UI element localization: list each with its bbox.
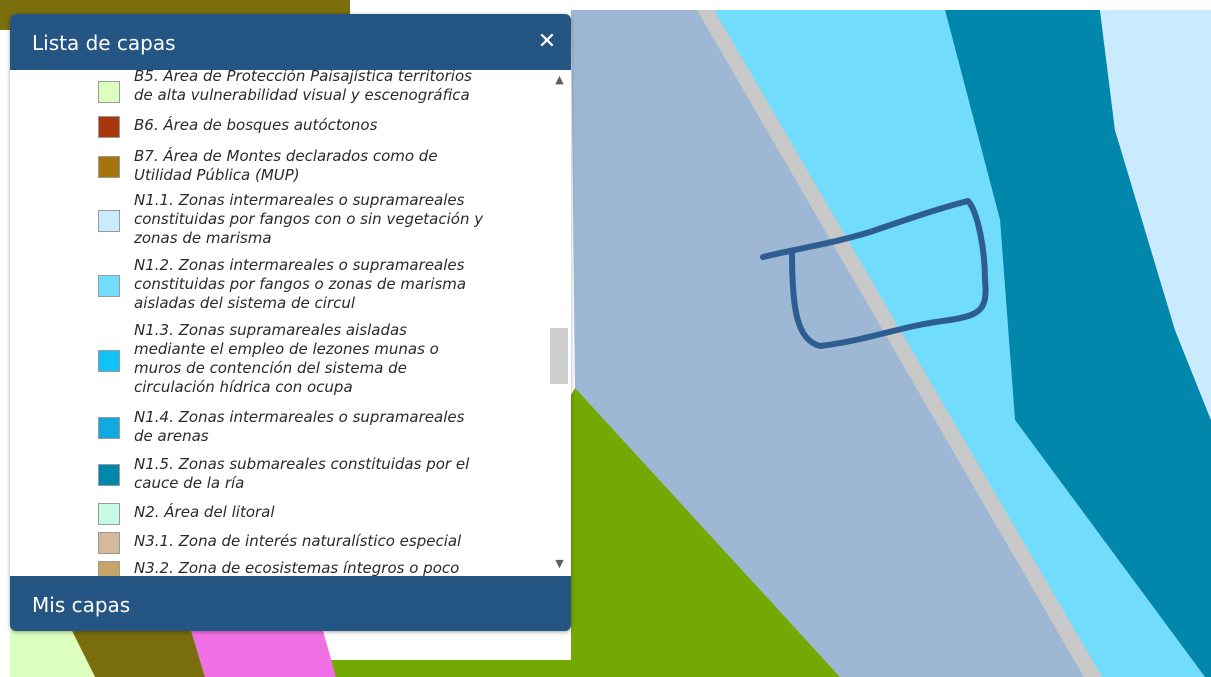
layer-color-swatch: [98, 417, 120, 439]
scrollbar-thumb[interactable]: [550, 328, 568, 384]
chevron-up-icon[interactable]: ▲: [548, 72, 571, 88]
close-icon[interactable]: ✕: [535, 29, 559, 55]
layer-label: B6. Área de bosques autóctonos: [134, 116, 378, 134]
panel-header: Lista de capas ✕: [10, 14, 571, 70]
layer-color-swatch: [98, 532, 120, 554]
layer-color-swatch: [98, 561, 120, 576]
list-item[interactable]: B5. Área de Protección Paisajística terr…: [10, 70, 548, 113]
scrollbar[interactable]: ▲ ▼: [548, 70, 571, 576]
layer-label: N1.4. Zonas intermareales o supramareale…: [134, 408, 465, 445]
layer-label: N1.1. Zonas intermareales o supramareale…: [134, 191, 484, 247]
list-item[interactable]: N1.3. Zonas supramareales aisladas media…: [10, 320, 548, 402]
list-item[interactable]: N1.4. Zonas intermareales o supramareale…: [10, 407, 548, 449]
layer-label: N1.5. Zonas submareales constituidas por…: [134, 455, 470, 492]
layer-color-swatch: [98, 116, 120, 138]
layer-color-swatch: [98, 210, 120, 232]
layer-label: N3.1. Zona de interés naturalístico espe…: [134, 532, 462, 550]
layer-color-swatch: [98, 350, 120, 372]
pink-zone: [190, 627, 336, 677]
layer-label: N1.2. Zonas intermareales o supramareale…: [134, 256, 467, 312]
my-layers-button[interactable]: Mis capas: [10, 576, 571, 631]
layer-label: N3.2. Zona de ecosistemas íntegros o poc…: [134, 559, 460, 576]
layer-list-scroll-area[interactable]: B5. Área de Protección Paisajística terr…: [10, 70, 571, 576]
my-layers-label: Mis capas: [32, 593, 131, 617]
layer-label: B5. Área de Protección Paisajística terr…: [134, 70, 472, 104]
layer-color-swatch: [98, 81, 120, 103]
list-item[interactable]: N2. Área del litoral: [10, 501, 548, 527]
chevron-down-icon[interactable]: ▼: [548, 556, 571, 572]
list-item[interactable]: B6. Área de bosques autóctonos: [10, 115, 548, 141]
layer-label: B7. Área de Montes declarados como de Ut…: [134, 147, 438, 184]
layer-color-swatch: [98, 275, 120, 297]
layer-label: N2. Área del litoral: [134, 503, 275, 521]
layer-list-panel: Lista de capas ✕ B5. Área de Protección …: [10, 14, 571, 631]
list-item[interactable]: N3.2. Zona de ecosistemas íntegros o poc…: [10, 558, 548, 576]
layer-label: N1.3. Zonas supramareales aisladas media…: [134, 321, 439, 396]
list-item[interactable]: N1.5. Zonas submareales constituidas por…: [10, 454, 548, 496]
list-item[interactable]: N1.2. Zonas intermareales o supramareale…: [10, 255, 548, 317]
list-item[interactable]: B7. Área de Montes declarados como de Ut…: [10, 146, 548, 188]
layer-color-swatch: [98, 464, 120, 486]
list-item[interactable]: N1.1. Zonas intermareales o supramareale…: [10, 190, 548, 252]
layer-color-swatch: [98, 156, 120, 178]
layer-color-swatch: [98, 503, 120, 525]
list-item[interactable]: N3.1. Zona de interés naturalístico espe…: [10, 529, 548, 555]
panel-title: Lista de capas: [32, 31, 176, 55]
